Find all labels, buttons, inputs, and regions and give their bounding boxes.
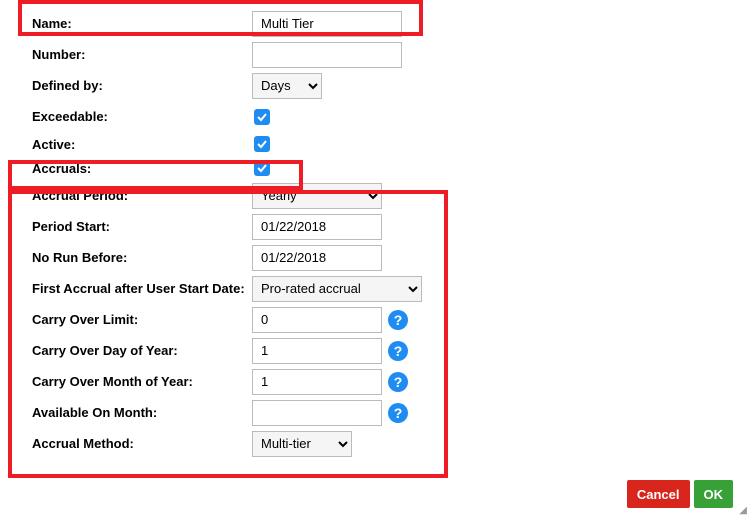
no-run-before-label: No Run Before: (12, 250, 252, 265)
defined-by-select[interactable]: Days (252, 73, 322, 99)
active-checkbox[interactable] (254, 136, 270, 152)
period-start-input[interactable] (252, 214, 382, 240)
avail-month-label: Available On Month: (12, 405, 252, 420)
avail-month-input[interactable] (252, 400, 382, 426)
carry-day-input[interactable] (252, 338, 382, 364)
carry-month-input[interactable] (252, 369, 382, 395)
accrual-period-label: Accrual Period: (12, 188, 252, 203)
accruals-checkbox[interactable] (254, 160, 270, 176)
accrual-method-label: Accrual Method: (12, 436, 252, 451)
defined-by-label: Defined by: (12, 78, 252, 93)
help-icon[interactable]: ? (388, 372, 408, 392)
number-input[interactable] (252, 42, 402, 68)
name-label: Name: (12, 16, 252, 31)
exceedable-checkbox[interactable] (254, 109, 270, 125)
name-input[interactable] (252, 11, 402, 37)
ok-button[interactable]: OK (694, 480, 734, 508)
help-icon[interactable]: ? (388, 341, 408, 361)
accruals-label: Accruals: (12, 161, 252, 176)
first-accrual-select[interactable]: Pro-rated accrual (252, 276, 422, 302)
carry-limit-label: Carry Over Limit: (12, 312, 252, 327)
resize-grip-icon: ◢ (739, 508, 745, 514)
exceedable-label: Exceedable: (12, 109, 252, 124)
carry-month-label: Carry Over Month of Year: (12, 374, 252, 389)
carry-day-label: Carry Over Day of Year: (12, 343, 252, 358)
help-icon[interactable]: ? (388, 403, 408, 423)
help-icon[interactable]: ? (388, 310, 408, 330)
cancel-button[interactable]: Cancel (627, 480, 690, 508)
first-accrual-label: First Accrual after User Start Date: (12, 281, 272, 296)
period-start-label: Period Start: (12, 219, 252, 234)
active-label: Active: (12, 137, 252, 152)
accrual-period-select[interactable]: Yearly (252, 183, 382, 209)
carry-limit-input[interactable] (252, 307, 382, 333)
accrual-method-select[interactable]: Multi-tier (252, 431, 352, 457)
no-run-before-input[interactable] (252, 245, 382, 271)
number-label: Number: (12, 47, 252, 62)
